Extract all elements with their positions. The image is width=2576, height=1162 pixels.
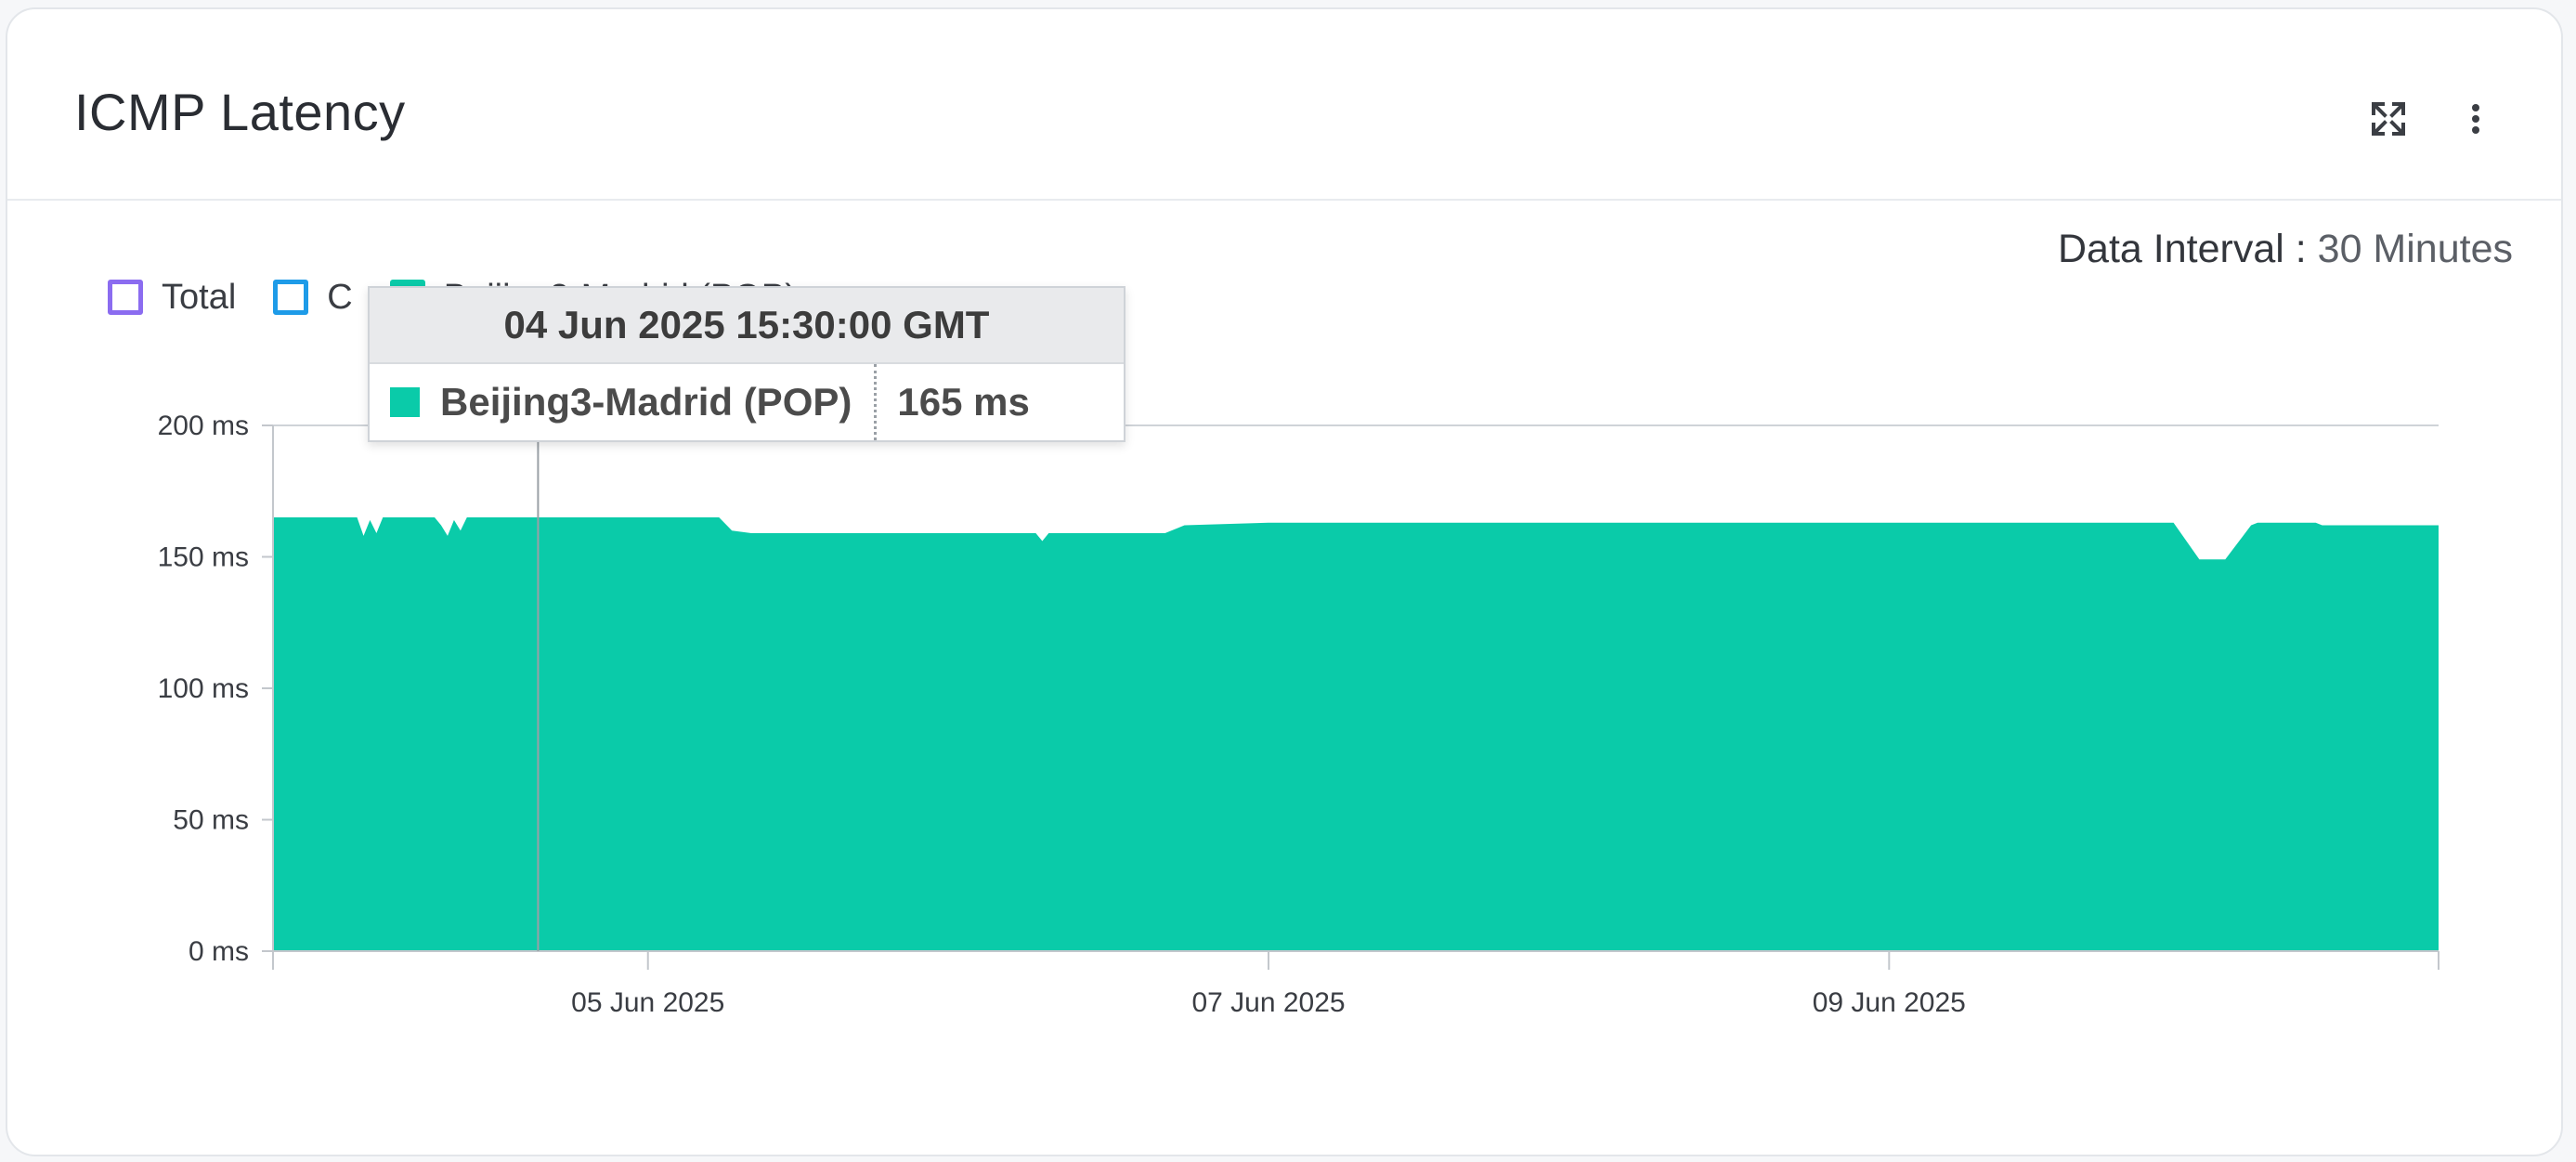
y-tick-label: 100 ms (158, 673, 249, 704)
chart-tooltip: 04 Jun 2025 15:30:00 GMT Beijing3-Madrid… (368, 286, 1125, 442)
y-tick-label: 150 ms (158, 542, 249, 573)
y-tick-label: 50 ms (173, 805, 249, 836)
tooltip-row: Beijing3-Madrid (POP) 165 ms (370, 364, 1124, 440)
x-tick-label: 05 Jun 2025 (571, 987, 724, 1018)
tooltip-series-name: Beijing3-Madrid (POP) (440, 380, 852, 424)
tooltip-value: 165 ms (897, 380, 1030, 424)
tooltip-swatch (390, 387, 420, 417)
tooltip-title: 04 Jun 2025 15:30:00 GMT (370, 288, 1124, 364)
latency-area-chart: 0 ms 50 ms 100 ms 150 ms 200 ms 05 Jun 2025 07… (158, 411, 2439, 1018)
x-tick-label: 07 Jun 2025 (1191, 987, 1345, 1018)
y-tick-label: 0 ms (189, 936, 249, 967)
area-series (273, 517, 2439, 951)
y-tick-label: 200 ms (158, 411, 249, 441)
x-tick-label: 09 Jun 2025 (1813, 987, 1966, 1018)
